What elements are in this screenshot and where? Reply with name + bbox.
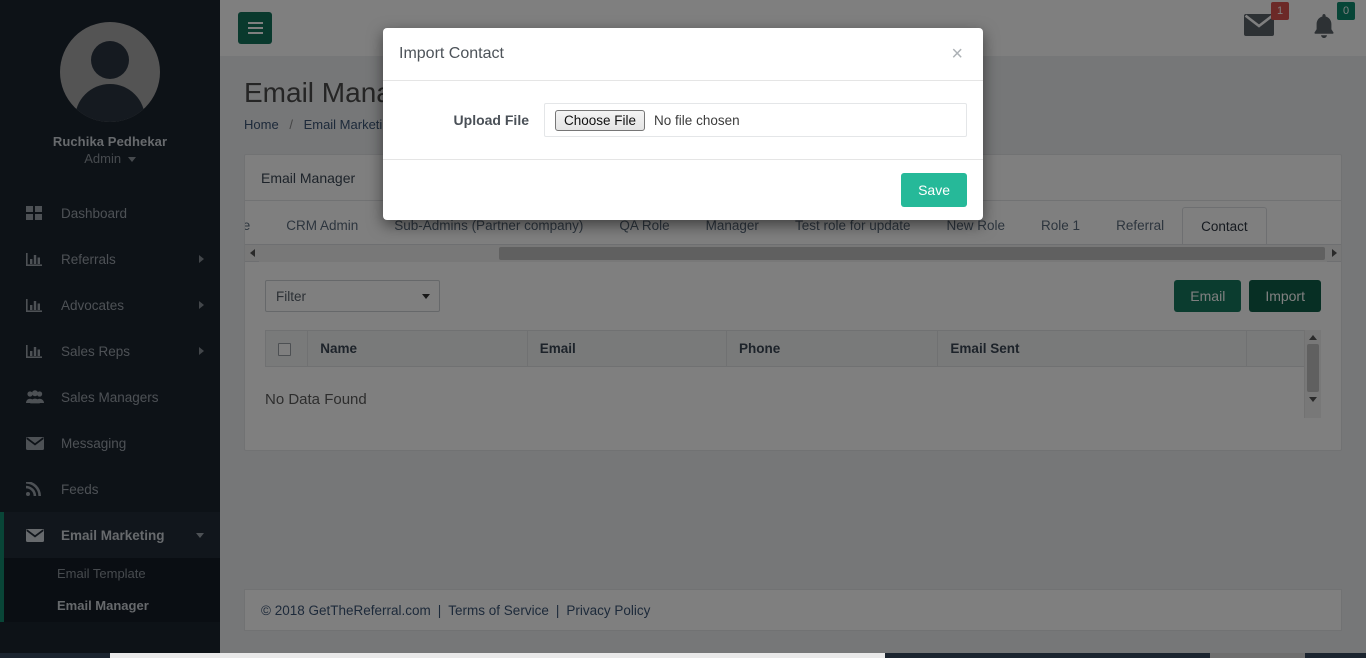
- upload-file-label: Upload File: [453, 112, 529, 128]
- strip-segment-light: [110, 653, 885, 658]
- strip-segment-grey: [1210, 653, 1305, 658]
- import-contact-modal: Import Contact × Upload File Choose File…: [383, 28, 983, 220]
- save-button[interactable]: Save: [901, 173, 967, 207]
- browser-bottom-strip: [0, 653, 1366, 658]
- choose-file-button[interactable]: Choose File: [555, 109, 646, 131]
- modal-header: Import Contact ×: [383, 28, 983, 81]
- strip-segment-dark: [885, 653, 1210, 658]
- file-status-text: No file chosen: [654, 112, 740, 128]
- modal-footer: Save: [383, 160, 983, 220]
- close-icon[interactable]: ×: [947, 42, 967, 66]
- application-root: Ruchika Pedhekar Admin Dashboard Referra…: [0, 0, 1366, 658]
- file-upload-field[interactable]: Choose File No file chosen: [544, 103, 967, 137]
- modal-title: Import Contact: [399, 45, 504, 62]
- modal-body: Upload File Choose File No file chosen: [383, 81, 983, 160]
